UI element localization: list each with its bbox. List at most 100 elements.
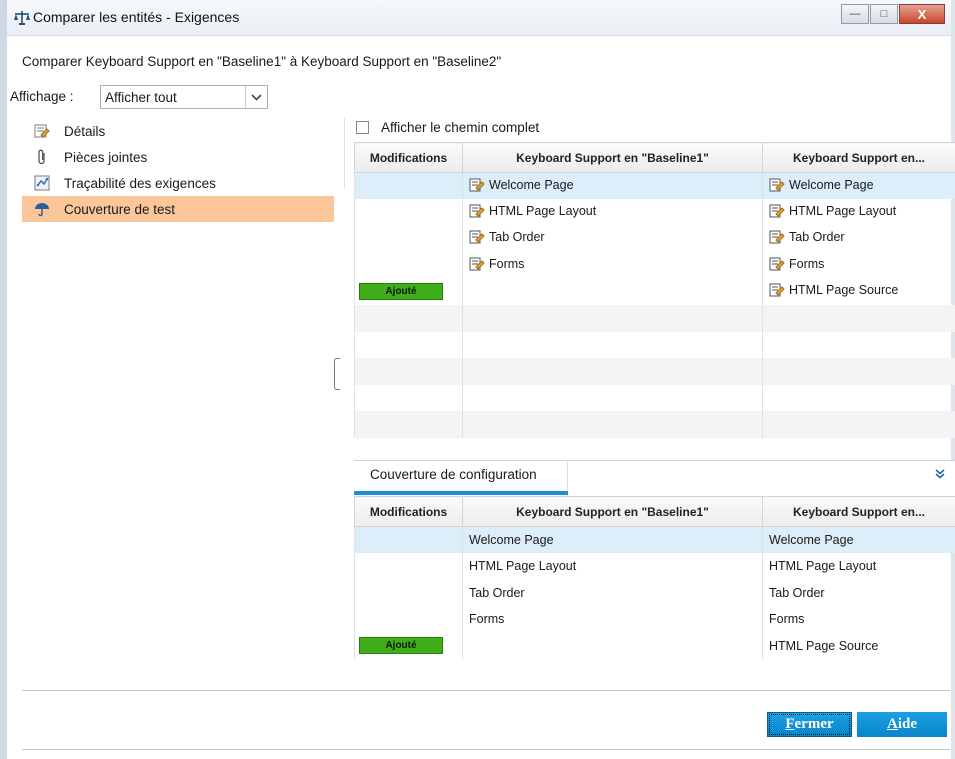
requirement-icon: [469, 178, 485, 195]
column-header-baseline1[interactable]: Keyboard Support en "Baseline1": [462, 496, 763, 527]
baseline1-cell: Forms: [462, 252, 763, 279]
fullpath-checkbox[interactable]: [356, 121, 369, 134]
view-select-value: Afficher tout: [105, 89, 177, 105]
column-header-baseline1[interactable]: Keyboard Support en "Baseline1": [462, 142, 763, 173]
column-header-modifications[interactable]: Modifications: [354, 496, 463, 527]
maximize-button[interactable]: □: [870, 4, 898, 24]
nav-item-test-coverage[interactable]: Couverture de test: [22, 196, 334, 222]
table-row[interactable]: Ajouté HTML Page Source: [354, 278, 955, 305]
splitter-handle[interactable]: [334, 358, 340, 390]
modification-cell: [354, 526, 463, 553]
added-badge: Ajouté: [359, 637, 443, 655]
requirement-name: HTML Page Layout: [789, 203, 897, 218]
requirement-name: Welcome Page: [489, 177, 574, 192]
fullpath-label: Afficher le chemin complet: [381, 120, 540, 135]
modification-cell: [354, 199, 463, 226]
requirement-icon: [769, 257, 785, 274]
table-row[interactable]: Forms Forms: [354, 606, 955, 633]
config-tab-bar: Couverture de configuration: [354, 460, 955, 497]
requirement-icon: [769, 204, 785, 221]
close-window-button[interactable]: X: [899, 4, 945, 24]
double-chevron-down-icon[interactable]: [935, 467, 945, 482]
help-label: ide: [897, 716, 917, 732]
table-row[interactable]: Welcome Page Welcome Page: [354, 172, 955, 199]
baseline1-cell: Tab Order: [462, 579, 763, 606]
requirement-icon: [769, 283, 785, 300]
empty-row: [354, 358, 955, 385]
footer-bottom-divider: [22, 749, 950, 750]
baseline1-cell: [462, 632, 763, 659]
column-header-baseline2[interactable]: Keyboard Support en...: [762, 496, 955, 527]
close-icon: X: [917, 6, 927, 22]
modification-cell: Ajouté: [354, 278, 463, 305]
footer-divider: [22, 690, 950, 691]
baseline2-cell: HTML Page Source: [762, 632, 955, 659]
window-left-edge: [0, 0, 7, 759]
compare-nav: Détails Pièces jointes Traçabilité des e…: [22, 118, 334, 222]
help-button[interactable]: Aide: [857, 712, 947, 737]
table-row[interactable]: Tab Order Tab Order: [354, 579, 955, 606]
column-header-baseline2[interactable]: Keyboard Support en...: [762, 142, 955, 173]
details-icon: [32, 122, 52, 140]
compare-description: Comparer Keyboard Support en "Baseline1"…: [22, 54, 502, 69]
baseline1-cell: Tab Order: [462, 225, 763, 252]
title-bar: Comparer les entités - Exigences — □ X: [7, 0, 951, 36]
nav-item-label: Détails: [64, 123, 106, 139]
baseline2-cell: Welcome Page: [762, 172, 955, 199]
requirement-name: Forms: [789, 256, 825, 271]
configuration-coverage-grid: Modifications Keyboard Support en "Basel…: [354, 496, 955, 659]
nav-item-traceability[interactable]: Traçabilité des exigences: [22, 170, 334, 196]
table-row[interactable]: HTML Page Layout HTML Page Layout: [354, 199, 955, 226]
modification-cell: Ajouté: [354, 632, 463, 659]
added-badge: Ajouté: [359, 283, 443, 301]
requirement-name: Forms: [489, 256, 525, 271]
requirement-icon: [469, 204, 485, 221]
tab-label: Couverture de configuration: [370, 467, 537, 482]
table-row[interactable]: Tab Order Tab Order: [354, 225, 955, 252]
baseline2-cell: Forms: [762, 252, 955, 279]
traceability-icon: [32, 174, 52, 192]
column-header-modifications[interactable]: Modifications: [354, 142, 463, 173]
requirement-icon: [469, 257, 485, 274]
paperclip-icon: [32, 148, 52, 166]
pane-divider: [344, 118, 345, 188]
requirement-name: HTML Page Layout: [489, 203, 597, 218]
empty-row: [354, 331, 955, 358]
baseline2-cell: Tab Order: [762, 579, 955, 606]
close-button[interactable]: Fermer: [767, 712, 852, 737]
view-label: Affichage :: [10, 89, 74, 104]
baseline2-cell: Welcome Page: [762, 526, 955, 553]
empty-row: [354, 411, 955, 438]
scales-icon: [13, 10, 31, 26]
baseline1-cell: Forms: [462, 606, 763, 633]
view-select[interactable]: Afficher tout: [100, 85, 268, 109]
window-title: Comparer les entités - Exigences: [33, 9, 240, 25]
minimize-button[interactable]: —: [841, 4, 869, 24]
requirement-icon: [769, 230, 785, 247]
nav-item-attachments[interactable]: Pièces jointes: [22, 144, 334, 170]
empty-row: [354, 305, 955, 332]
baseline1-cell: HTML Page Layout: [462, 199, 763, 226]
table-row[interactable]: Forms Forms: [354, 252, 955, 279]
requirement-name: Tab Order: [789, 230, 845, 245]
table-row[interactable]: HTML Page Layout HTML Page Layout: [354, 553, 955, 580]
modification-cell: [354, 252, 463, 279]
table-row[interactable]: Welcome Page Welcome Page: [354, 526, 955, 553]
close-accelerator: F: [785, 716, 795, 732]
fullpath-option[interactable]: Afficher le chemin complet: [356, 120, 539, 135]
baseline2-cell: HTML Page Layout: [762, 199, 955, 226]
minimize-icon: —: [849, 8, 861, 20]
baseline2-cell: HTML Page Source: [762, 278, 955, 305]
table-row[interactable]: Ajouté HTML Page Source: [354, 632, 955, 659]
requirement-name: HTML Page Source: [789, 283, 899, 298]
tab-configuration-coverage[interactable]: Couverture de configuration: [354, 461, 568, 497]
maximize-icon: □: [880, 8, 888, 20]
umbrella-icon: [32, 200, 52, 218]
empty-row: [354, 384, 955, 411]
baseline1-cell: Welcome Page: [462, 172, 763, 199]
chevron-down-icon[interactable]: [245, 86, 267, 108]
nav-item-label: Traçabilité des exigences: [64, 175, 216, 191]
modification-cell: [354, 553, 463, 580]
nav-item-details[interactable]: Détails: [22, 118, 334, 144]
baseline2-cell: Tab Order: [762, 225, 955, 252]
